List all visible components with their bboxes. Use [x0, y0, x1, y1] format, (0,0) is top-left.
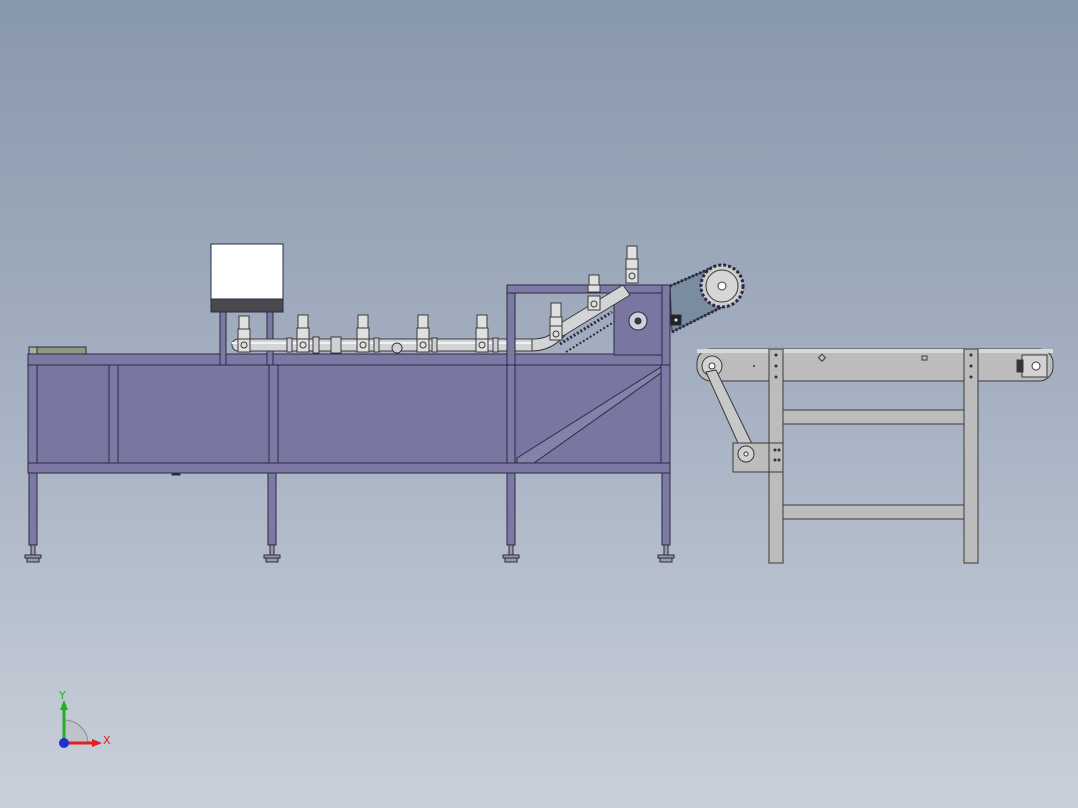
leg-2	[267, 472, 277, 546]
spray-pipe-assembly[interactable]	[231, 314, 567, 354]
nozzle-2	[296, 314, 310, 353]
hopper-support-left	[219, 311, 227, 366]
conveyor-rail-1	[782, 409, 965, 425]
incline-nozzle-2	[587, 274, 601, 311]
table-top-beam	[27, 353, 671, 366]
nozzle-5	[475, 314, 489, 353]
z-axis-dot	[59, 738, 69, 748]
spray-pipe	[231, 338, 538, 352]
nozzle-3	[356, 314, 370, 353]
incline-nozzle-3	[625, 245, 639, 284]
x-axis-label: X	[103, 734, 111, 747]
leg-3	[506, 472, 516, 546]
sprocket-icon[interactable]	[699, 263, 745, 309]
bottom-rail	[27, 462, 671, 474]
side-panel-3	[277, 364, 508, 464]
leveling-feet	[24, 544, 675, 563]
side-panel-1	[36, 364, 110, 464]
side-panel-2	[117, 364, 270, 464]
leg-1	[28, 472, 38, 546]
incline-post-right	[661, 284, 671, 366]
hopper-box	[210, 243, 284, 301]
main-machine[interactable]	[24, 346, 675, 563]
conveyor-rail-2	[782, 504, 965, 520]
conveyor-post-right	[963, 348, 979, 564]
drive-belt	[705, 369, 755, 453]
cad-drawing: Y X	[24, 243, 1054, 748]
leg-4	[661, 472, 671, 546]
nozzle-1	[237, 315, 251, 353]
incline-post-left	[506, 284, 516, 366]
hopper-base	[210, 298, 284, 313]
outfeed-conveyor[interactable]	[696, 348, 1054, 564]
bottom-tab	[171, 472, 181, 476]
axis-triad: Y X	[58, 689, 111, 748]
incline-nozzle-1	[549, 302, 563, 341]
belt-bed	[696, 348, 1054, 382]
nozzle-4	[416, 314, 430, 353]
cad-viewport[interactable]: Y X	[0, 0, 1078, 808]
y-axis-label: Y	[58, 689, 66, 702]
